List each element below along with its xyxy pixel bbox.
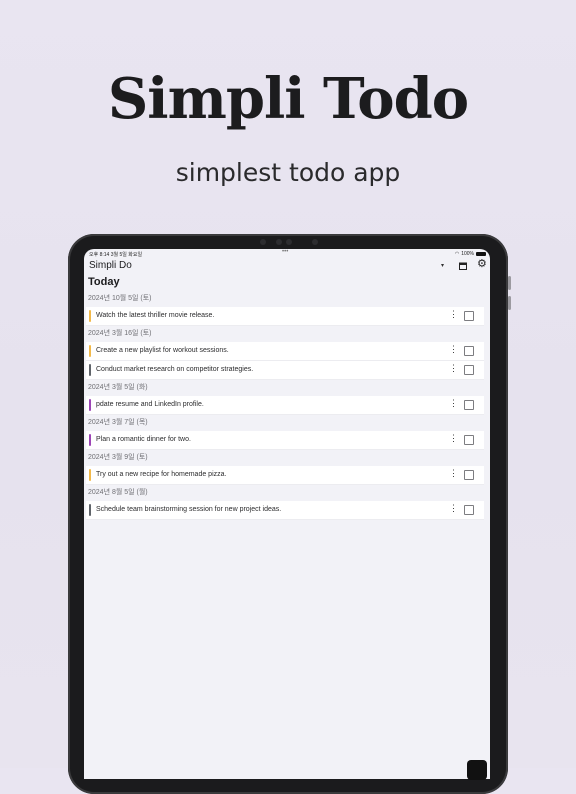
priority-color-bar [89,399,91,411]
more-vertical-icon[interactable]: ⋮ [449,504,458,513]
priority-color-bar [89,310,91,322]
app-screen: 오후 8:14 3월 5일 화요일 ••• ◠ 100% Simpli Do ▾… [84,249,490,779]
app-bar: Simpli Do ▾ ⚙ [84,259,490,275]
todo-checkbox[interactable] [464,346,474,356]
multitask-dots[interactable]: ••• [282,249,288,255]
date-header: 2024년 3월 7일 (목) [88,419,148,426]
priority-color-bar [89,345,91,357]
more-vertical-icon[interactable]: ⋮ [449,310,458,319]
todo-item[interactable]: pdate resume and LinkedIn profile. ⋮ [86,396,484,415]
add-button[interactable] [467,760,487,780]
todo-checkbox[interactable] [464,365,474,375]
status-right: ◠ 100% [455,251,486,257]
battery-icon [476,252,486,256]
todo-list: 2024년 10월 5일 (토) Watch the latest thrille… [84,291,490,520]
chevron-down-icon[interactable]: ▾ [441,262,444,269]
status-bar: 오후 8:14 3월 5일 화요일 ••• ◠ 100% [84,249,490,259]
priority-color-bar [89,469,91,481]
todo-text: Create a new playlist for workout sessio… [96,347,229,354]
todo-checkbox[interactable] [464,470,474,480]
date-header: 2024년 3월 16일 (토) [88,330,152,337]
date-header: 2024년 10월 5일 (토) [88,295,152,302]
todo-item[interactable]: Create a new playlist for workout sessio… [86,342,484,361]
priority-color-bar [89,504,91,516]
todo-text: Conduct market research on competitor st… [96,366,254,373]
wifi-icon: ◠ [454,251,460,257]
todo-text: pdate resume and LinkedIn profile. [96,401,204,408]
more-vertical-icon[interactable]: ⋮ [449,434,458,443]
hero-title: Simpli Todo [107,66,469,132]
priority-color-bar [89,434,91,446]
camera-bar [252,238,324,246]
todo-text: Try out a new recipe for homemade pizza. [96,471,227,478]
more-vertical-icon[interactable]: ⋮ [449,469,458,478]
date-header: 2024년 3월 5일 (화) [88,384,148,391]
todo-checkbox[interactable] [464,311,474,321]
battery-percent: 100% [461,251,474,257]
app-title: Simpli Do [89,260,132,271]
todo-text: Plan a romantic dinner for two. [96,436,191,443]
todo-item[interactable]: Watch the latest thriller movie release.… [86,307,484,326]
more-vertical-icon[interactable]: ⋮ [449,399,458,408]
volume-button [508,296,511,310]
todo-item[interactable]: Try out a new recipe for homemade pizza.… [86,466,484,485]
todo-checkbox[interactable] [464,505,474,515]
priority-color-bar [89,364,91,376]
more-vertical-icon[interactable]: ⋮ [449,364,458,373]
calendar-icon[interactable] [459,262,467,270]
todo-item[interactable]: Conduct market research on competitor st… [86,361,484,380]
hero-subtitle: simplest todo app [175,158,401,187]
todo-checkbox[interactable] [464,400,474,410]
todo-item[interactable]: Schedule team brainstorming session for … [86,501,484,520]
more-vertical-icon[interactable]: ⋮ [449,345,458,354]
section-title: Today [88,276,120,288]
todo-text: Schedule team brainstorming session for … [96,506,282,513]
todo-checkbox[interactable] [464,435,474,445]
status-time: 오후 8:14 3월 5일 화요일 [89,252,143,258]
gear-icon[interactable]: ⚙ [477,259,487,270]
date-header: 2024년 8월 5일 (월) [88,489,148,496]
todo-text: Watch the latest thriller movie release. [96,312,215,319]
todo-item[interactable]: Plan a romantic dinner for two. ⋮ [86,431,484,450]
date-header: 2024년 3월 9일 (토) [88,454,148,461]
volume-button [508,276,511,290]
